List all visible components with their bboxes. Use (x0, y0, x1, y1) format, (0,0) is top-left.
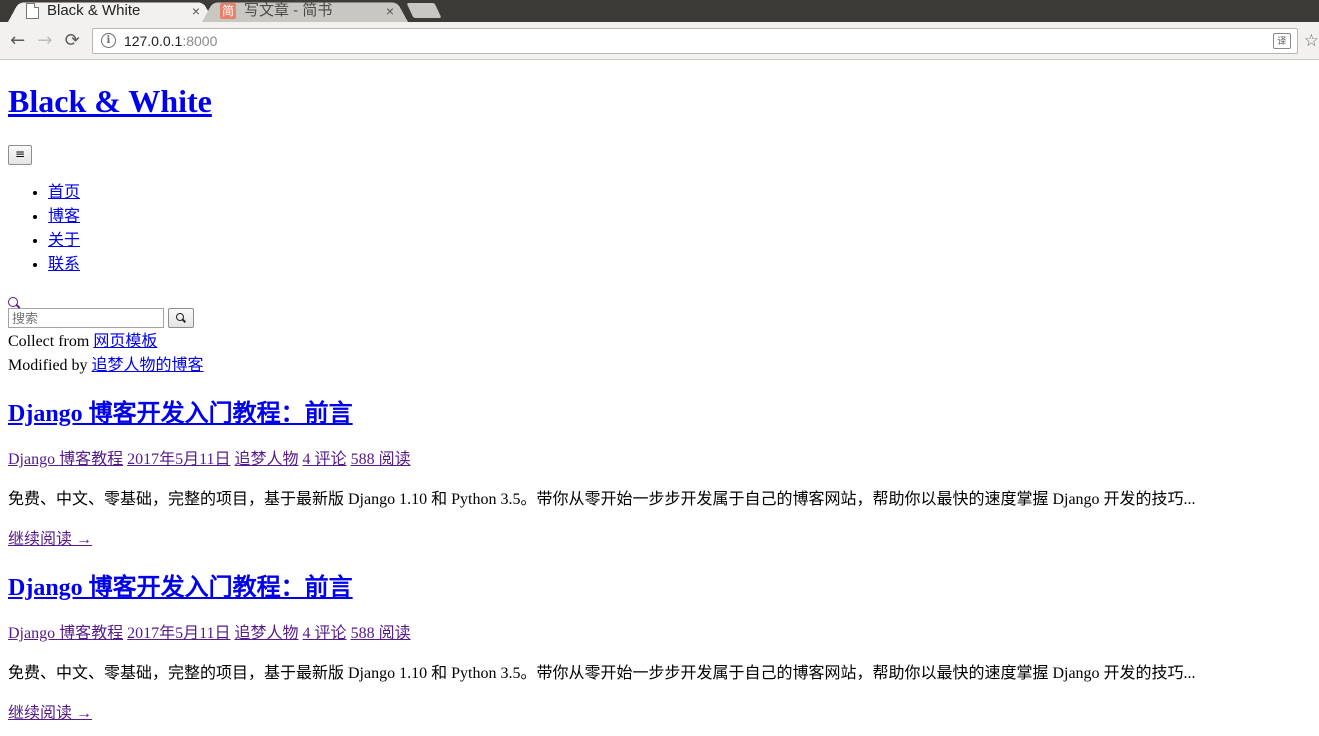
read-more: 继续阅读 → (8, 702, 1311, 726)
post-title-link[interactable]: Django 博客开发入门教程：前言 (8, 575, 353, 601)
tab-title: 写文章 - 简书 (244, 2, 333, 19)
nav-item-blog: 博客 (48, 205, 1311, 229)
forward-button[interactable]: → (31, 27, 58, 55)
page-icon (26, 3, 39, 19)
credit-prefix: Collect from (8, 333, 94, 350)
post-title: Django 博客开发入门教程：前言 (8, 399, 1311, 429)
post-comments-link[interactable]: 4 评论 (303, 451, 347, 468)
reload-button[interactable]: ⟳ (59, 27, 86, 55)
read-more-link[interactable]: 继续阅读 → (8, 531, 92, 548)
search-submit-button[interactable] (168, 308, 194, 328)
nav-link-contact[interactable]: 联系 (48, 256, 80, 273)
post-meta: Django 博客教程 2017年5月11日 追梦人物 4 评论 588 阅读 (8, 448, 1311, 472)
credit-prefix: Modified by (8, 357, 92, 374)
post-category-link[interactable]: Django 博客教程 (8, 451, 123, 468)
nav-link-about[interactable]: 关于 (48, 232, 80, 249)
post-date-link[interactable]: 2017年5月11日 (127, 451, 230, 468)
address-bar[interactable]: i 127.0.0.1:8000 译 (91, 27, 1298, 54)
tab-black-white[interactable]: Black & White × (8, 0, 214, 22)
post-date-link[interactable]: 2017年5月11日 (127, 625, 230, 642)
jianshu-icon: 简 (220, 3, 236, 19)
search-toggle[interactable] (8, 294, 1311, 307)
url-host: 127.0.0.1 (123, 32, 183, 49)
credit-modified: Modified by 追梦人物的博客 (8, 354, 1311, 378)
search-icon (176, 313, 184, 321)
post-article: Django 博客开发入门教程：前言 Django 博客教程 2017年5月11… (8, 573, 1311, 726)
credit-collect: Collect from 网页模板 (8, 330, 1311, 354)
tab-jianshu[interactable]: 简 写文章 - 简书 × (202, 0, 408, 22)
page-content: Black & White ≡ 首页 博客 关于 联系 Collect from… (0, 81, 1319, 726)
search-icon[interactable] (8, 297, 18, 307)
nav-item-about: 关于 (48, 229, 1311, 253)
nav-link-home[interactable]: 首页 (48, 184, 80, 201)
post-title-link[interactable]: Django 博客开发入门教程：前言 (8, 401, 353, 427)
back-button[interactable]: ← (4, 27, 31, 55)
site-title: Black & White (8, 81, 1311, 121)
nav-item-home: 首页 (48, 181, 1311, 205)
translate-icon[interactable]: 译 (1272, 32, 1291, 49)
main-nav: 首页 博客 关于 联系 (8, 181, 1311, 277)
read-more: 继续阅读 → (8, 528, 1311, 552)
post-title: Django 博客开发入门教程：前言 (8, 573, 1311, 603)
post-excerpt: 免费、中文、零基础，完整的项目，基于最新版 Django 1.10 和 Pyth… (8, 665, 1196, 682)
close-icon[interactable]: × (192, 1, 200, 21)
new-tab-button[interactable] (406, 3, 442, 18)
post-category-link[interactable]: Django 博客教程 (8, 625, 123, 642)
bookmark-star-icon[interactable]: ☆ (1304, 31, 1319, 51)
site-title-link[interactable]: Black & White (8, 83, 212, 119)
post-author-link[interactable]: 追梦人物 (235, 451, 299, 468)
post-meta: Django 博客教程 2017年5月11日 追梦人物 4 评论 588 阅读 (8, 622, 1311, 646)
url-port: :8000 (182, 32, 218, 49)
read-more-link[interactable]: 继续阅读 → (8, 705, 92, 722)
nav-item-contact: 联系 (48, 253, 1311, 277)
search-form (8, 307, 1311, 329)
search-input[interactable] (8, 308, 164, 328)
post-views-link[interactable]: 588 阅读 (351, 625, 411, 642)
info-icon[interactable]: i (100, 33, 116, 48)
post-article: Django 博客开发入门教程：前言 Django 博客教程 2017年5月11… (8, 399, 1311, 552)
menu-toggle-button[interactable]: ≡ (8, 145, 32, 165)
post-author-link[interactable]: 追梦人物 (235, 625, 299, 642)
close-icon[interactable]: × (386, 1, 394, 21)
nav-link-blog[interactable]: 博客 (48, 208, 80, 225)
tab-title: Black & White (47, 2, 141, 19)
post-comments-link[interactable]: 4 评论 (303, 625, 347, 642)
credit-link-template[interactable]: 网页模板 (93, 333, 157, 350)
credit-link-blog[interactable]: 追梦人物的博客 (92, 357, 204, 374)
post-excerpt: 免费、中文、零基础，完整的项目，基于最新版 Django 1.10 和 Pyth… (8, 491, 1196, 508)
post-views-link[interactable]: 588 阅读 (351, 451, 411, 468)
browser-toolbar: ← → ⟳ i 127.0.0.1:8000 译 ☆ (0, 22, 1319, 60)
tab-strip: Black & White × 简 写文章 - 简书 × (0, 0, 1319, 22)
